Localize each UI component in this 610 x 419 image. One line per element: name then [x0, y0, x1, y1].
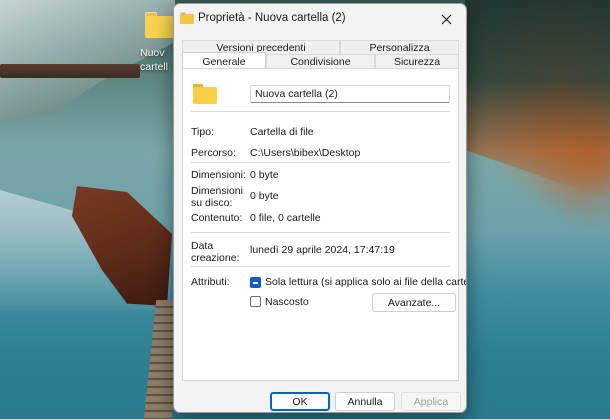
window-title: Proprietà - Nuova cartella (2) — [198, 12, 346, 24]
tab-generale[interactable]: Generale — [182, 52, 266, 68]
ok-button[interactable]: OK — [270, 392, 330, 411]
general-panel: Tipo: Cartella di file Percorso: C:\User… — [182, 68, 466, 381]
separator — [191, 111, 450, 112]
disk-size-label-line2: su disco: — [191, 197, 233, 209]
size-value: 0 byte — [250, 169, 279, 181]
separator — [191, 232, 450, 233]
tab-condivisione[interactable]: Condivisione — [266, 54, 375, 68]
properties-dialog: Proprietà - Nuova cartella (2) Versioni … — [173, 3, 467, 413]
disk-size-value: 0 byte — [250, 190, 279, 202]
hidden-checkbox[interactable] — [250, 296, 261, 307]
attributes-label: Attributi: — [191, 276, 230, 288]
readonly-checkbox[interactable] — [250, 277, 261, 288]
cancel-button[interactable]: Annulla — [335, 392, 395, 411]
wallpaper-shore — [0, 64, 140, 78]
separator — [191, 266, 450, 267]
apply-button[interactable]: Applica — [401, 392, 461, 411]
tab-row-bottom: Generale Condivisione Sicurezza — [182, 52, 459, 68]
desktop-folder-icon[interactable] — [145, 12, 175, 38]
close-icon — [441, 14, 451, 24]
folder-name-input[interactable] — [250, 85, 450, 103]
created-label-line2: creazione: — [191, 252, 240, 264]
folder-icon — [180, 12, 194, 24]
close-button[interactable] — [428, 6, 464, 32]
contents-label: Contenuto: — [191, 212, 243, 224]
created-label-line1: Data — [191, 240, 214, 252]
separator — [191, 162, 450, 163]
title-bar[interactable]: Proprietà - Nuova cartella (2) — [174, 4, 466, 34]
folder-icon — [193, 84, 217, 104]
advanced-button[interactable]: Avanzate... — [372, 293, 456, 312]
contents-value: 0 file, 0 cartelle — [250, 212, 321, 224]
size-label: Dimensioni: — [191, 169, 246, 181]
type-value: Cartella di file — [250, 126, 314, 138]
path-label: Percorso: — [191, 147, 236, 159]
disk-size-label-line1: Dimensioni — [191, 185, 243, 197]
disk-size-label: Dimensioni su disco: — [191, 185, 243, 209]
tab-sicurezza[interactable]: Sicurezza — [375, 54, 459, 68]
tab-personalizza[interactable]: Personalizza — [340, 40, 459, 54]
hidden-label[interactable]: Nascosto — [265, 296, 309, 308]
created-label: Data creazione: — [191, 240, 239, 264]
readonly-label[interactable]: Sola lettura (si applica solo ai file de… — [265, 276, 466, 288]
created-value: lunedì 29 aprile 2024, 17:47:19 — [250, 244, 395, 256]
path-value: C:\Users\bibex\Desktop — [250, 147, 361, 159]
type-label: Tipo: — [191, 126, 214, 138]
